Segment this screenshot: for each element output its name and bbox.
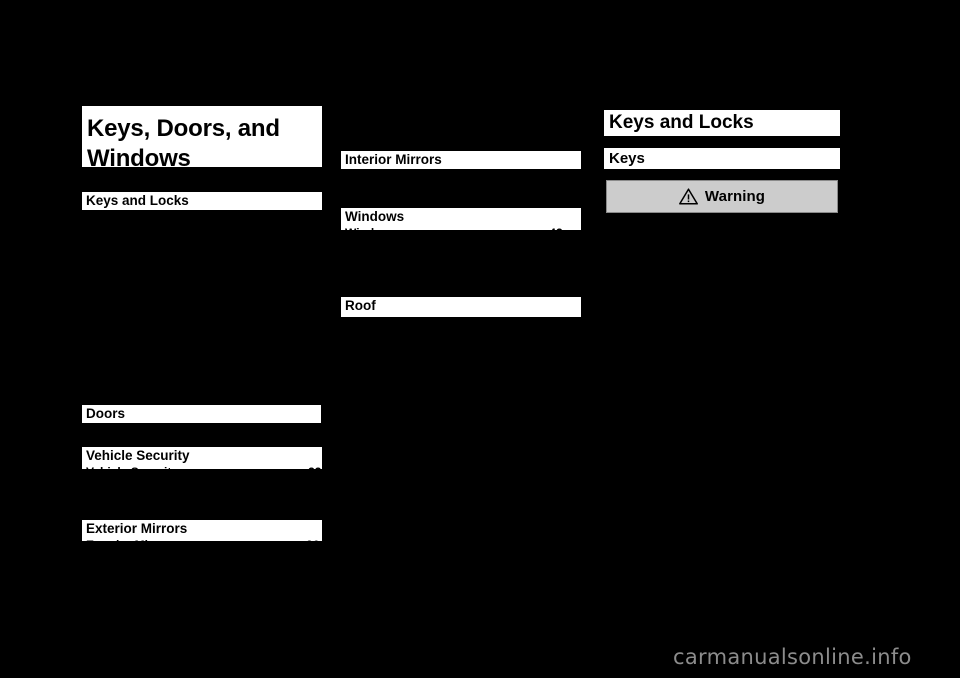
toc-entry-windows-clipped[interactable]: Windows.................................…	[341, 226, 581, 230]
toc-heading-windows[interactable]: Windows	[341, 208, 581, 226]
toc-entry-label: Exterior Mirrors	[86, 538, 176, 541]
warning-label: Warning	[704, 188, 766, 205]
chapter-title-line-2: Windows	[87, 145, 191, 172]
toc-heading-exterior-mirrors[interactable]: Exterior Mirrors	[82, 520, 322, 538]
toc-entry-label: Roof	[345, 315, 372, 317]
section-title-keys-and-locks: Keys and Locks	[604, 110, 840, 136]
toc-entry-exterior-mirrors-clipped[interactable]: Exterior Mirrors........................…	[82, 538, 322, 541]
toc-heading-vehicle-security[interactable]: Vehicle Security	[82, 447, 322, 465]
toc-entry-roof-clipped[interactable]: Roof....................................…	[341, 315, 581, 317]
site-watermark: carmanualsonline.info	[673, 645, 912, 669]
toc-entry-page: 33	[308, 465, 321, 469]
toc-entry-label: Vehicle Security	[86, 465, 178, 469]
toc-entry-dots: ........................................…	[372, 315, 554, 317]
manual-page: Keys, Doors, and Windows Keys and Locks …	[0, 0, 960, 678]
toc-entry-page: 36	[306, 538, 319, 541]
chapter-title-line-1: Keys, Doors, and	[87, 115, 280, 142]
toc-entry-label: Windows	[345, 226, 398, 230]
chapter-title: Keys, Doors, and Windows	[82, 106, 322, 172]
sub-heading-keys: Keys	[604, 148, 840, 169]
toc-heading-roof[interactable]: Roof	[341, 297, 581, 315]
toc-entry-page: 46	[554, 315, 567, 317]
toc-entry-dots: ...................................	[398, 226, 550, 230]
toc-entry-vehicle-security-clipped[interactable]: Vehicle Security........................…	[82, 465, 322, 469]
toc-heading-doors[interactable]: Doors	[82, 405, 321, 423]
warning-callout: Warning	[606, 180, 838, 213]
warning-triangle-icon	[678, 188, 698, 205]
toc-heading-interior-mirrors[interactable]: Interior Mirrors	[341, 151, 581, 169]
toc-entry-dots: ..............................	[178, 465, 308, 469]
toc-entry-dots: ..............................	[176, 538, 306, 541]
toc-heading-keys-and-locks[interactable]: Keys and Locks	[82, 192, 322, 210]
toc-entry-page: 42	[549, 226, 562, 230]
